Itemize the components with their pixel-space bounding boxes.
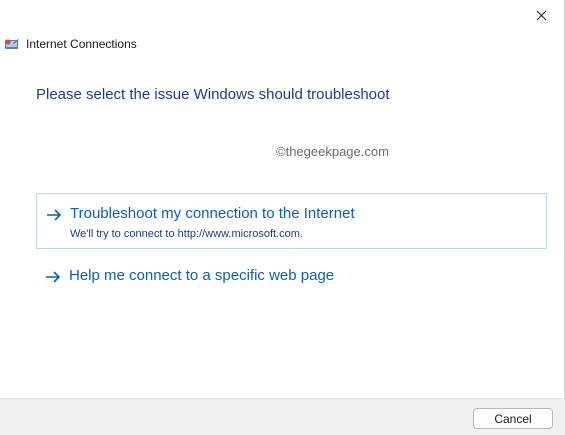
title-bar: Internet Connections <box>4 34 137 54</box>
page-heading: Please select the issue Windows should t… <box>36 86 390 103</box>
arrow-right-icon <box>47 209 62 221</box>
window-title: Internet Connections <box>26 37 137 51</box>
close-button[interactable] <box>518 0 564 30</box>
close-icon <box>536 10 546 20</box>
option-description: We'll try to connect to http://www.micro… <box>70 228 303 240</box>
arrow-right-icon <box>46 271 61 283</box>
option-label: Help me connect to a specific web page <box>69 267 335 284</box>
cancel-button[interactable]: Cancel <box>473 408 553 429</box>
troubleshooter-window: Internet Connections Please select the i… <box>0 0 565 435</box>
option-label: Troubleshoot my connection to the Intern… <box>70 205 355 222</box>
watermark-text: ©thegeekpage.com <box>276 144 389 159</box>
option-troubleshoot-connection[interactable]: Troubleshoot my connection to the Intern… <box>36 193 547 249</box>
option-connect-web-page[interactable]: Help me connect to a specific web page <box>36 256 547 296</box>
footer-bar: Cancel <box>0 398 565 435</box>
network-troubleshooter-icon <box>5 39 19 49</box>
